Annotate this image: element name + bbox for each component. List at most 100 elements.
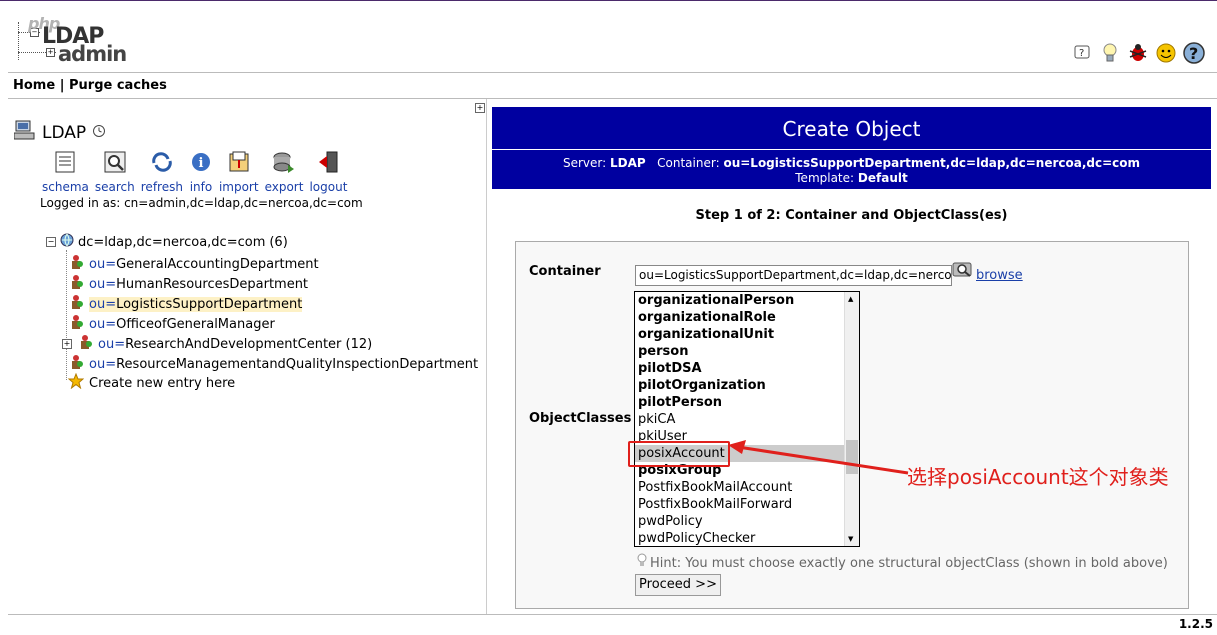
create-entry-label[interactable]: Create new entry here <box>89 376 235 391</box>
page-title: Create Object <box>782 117 921 141</box>
logo-admin: admin <box>58 42 127 66</box>
objectclass-option[interactable]: person <box>635 343 859 360</box>
objectclass-option[interactable]: organizationalPerson <box>635 292 859 309</box>
browse-icon[interactable] <box>952 260 974 278</box>
objectclass-option[interactable]: pkiCA <box>635 411 859 428</box>
org-unit-icon <box>68 254 84 274</box>
import-icon <box>227 150 251 174</box>
smiley-icon[interactable] <box>1155 42 1177 64</box>
help-speech-icon[interactable]: ? <box>1071 42 1093 64</box>
home-link[interactable]: Home <box>13 78 55 93</box>
org-unit-icon <box>77 334 93 354</box>
top-icon-bar: ? ? <box>1071 40 1205 66</box>
svg-text:i: i <box>198 156 203 171</box>
create-object-header: Create Object Server: LDAP Container: ou… <box>492 107 1211 189</box>
tree-root[interactable]: − dc=ldap,dc=nercoa,dc=com (6) <box>46 233 288 251</box>
listbox-scrollbar[interactable]: ▲ ▼ <box>844 292 859 546</box>
top-border <box>0 0 1217 1</box>
export-icon <box>272 150 296 174</box>
menu-bar: Home | Purge caches <box>13 78 167 93</box>
tree-node-label[interactable]: OfficeofGeneralManager <box>116 317 275 332</box>
action-export[interactable]: export <box>265 150 303 194</box>
objectclass-option[interactable]: pilotOrganization <box>635 377 859 394</box>
objectclass-option[interactable]: organizationalUnit <box>635 326 859 343</box>
logout-icon <box>316 150 340 174</box>
step-heading: Step 1 of 2: Container and ObjectClass(e… <box>695 208 1008 223</box>
tree-node-label[interactable]: HumanResourcesDepartment <box>116 277 308 292</box>
create-entry[interactable]: Create new entry here <box>67 372 235 393</box>
action-refresh[interactable]: refresh <box>141 150 183 194</box>
logged-in-as: Logged in as: cn=admin,dc=ldap,dc=nercoa… <box>40 196 363 210</box>
objectclass-option[interactable]: pwdPolicy <box>635 513 859 530</box>
expand-panel-button[interactable]: + <box>475 103 485 113</box>
globe-icon <box>60 233 74 251</box>
schema-icon <box>53 150 77 174</box>
objectclass-option[interactable]: pilotDSA <box>635 360 859 377</box>
hint: Hint: You must choose exactly one struct… <box>636 553 1168 573</box>
tree-root-label[interactable]: dc=ldap,dc=nercoa,dc=com <box>78 235 265 250</box>
objectclasses-label: ObjectClasses <box>529 411 632 426</box>
action-import[interactable]: import <box>219 150 259 194</box>
tree-node-label[interactable]: ResourceManagementandQualityInspectionDe… <box>116 357 478 372</box>
tree-node-label[interactable]: LogisticsSupportDepartment <box>116 297 302 312</box>
annotation-arrow <box>728 440 909 475</box>
menu-separator: | <box>55 78 69 93</box>
objectclass-option[interactable]: pwdPolicyChecker <box>635 530 859 546</box>
container-input[interactable]: ou=LogisticsSupportDepartment,dc=ldap,dc… <box>635 265 952 286</box>
objectclass-option[interactable]: PostfixBookMailForward <box>635 496 859 513</box>
tree-node[interactable]: + ou=ResearchAndDevelopmentCenter (12) <box>62 334 372 354</box>
help-icon[interactable]: ? <box>1183 42 1205 64</box>
clock-icon[interactable] <box>92 123 106 143</box>
objectclass-listbox[interactable]: organizationalPerson organizationalRole … <box>634 291 860 547</box>
action-schema[interactable]: schema <box>42 150 89 194</box>
tree-node[interactable]: ou=ResourceManagementandQualityInspectio… <box>68 354 478 374</box>
phpldapadmin-logo: − + php LDAP admin <box>14 14 127 66</box>
refresh-icon <box>150 150 174 174</box>
tree-node[interactable]: ou=HumanResourcesDepartment <box>68 274 308 294</box>
svg-text:?: ? <box>1189 44 1198 63</box>
search-icon <box>103 150 127 174</box>
lightbulb-icon[interactable] <box>1099 42 1121 64</box>
server-name[interactable]: LDAP <box>42 123 86 143</box>
org-unit-icon <box>68 314 84 334</box>
browse-link[interactable]: browse <box>976 268 1023 283</box>
action-search[interactable]: search <box>95 150 135 194</box>
tree-node-selected[interactable]: ou=LogisticsSupportDepartment <box>68 294 303 314</box>
purge-caches-link[interactable]: Purge caches <box>69 78 167 93</box>
annotation-text: 选择posiAccount这个对象类 <box>907 465 1169 489</box>
lightbulb-icon <box>636 553 648 573</box>
collapse-toggle[interactable]: − <box>46 237 56 247</box>
bug-icon[interactable] <box>1127 42 1149 64</box>
tree-node-label[interactable]: ResearchAndDevelopmentCenter <box>125 337 341 352</box>
action-info[interactable]: i info <box>189 150 213 194</box>
objectclass-option[interactable]: organizationalRole <box>635 309 859 326</box>
scroll-down-icon[interactable]: ▼ <box>848 535 853 543</box>
version: 1.2.5 <box>1178 617 1213 631</box>
header-container: ou=LogisticsSupportDepartment,dc=ldap,dc… <box>723 156 1141 170</box>
star-icon <box>67 372 85 393</box>
annotation-highlight-box <box>628 441 730 467</box>
org-unit-icon <box>68 274 84 294</box>
tree-node-count: (12) <box>345 336 373 352</box>
expand-toggle[interactable]: + <box>62 339 72 349</box>
container-label: Container <box>529 264 601 279</box>
proceed-button[interactable]: Proceed >> <box>635 574 721 596</box>
scroll-up-icon[interactable]: ▲ <box>848 295 853 303</box>
tree-node-label[interactable]: GeneralAccountingDepartment <box>116 257 319 272</box>
action-logout[interactable]: logout <box>309 150 347 194</box>
svg-text:?: ? <box>1079 48 1084 59</box>
info-icon: i <box>189 150 213 174</box>
separator <box>8 72 1217 73</box>
tree-node[interactable]: ou=GeneralAccountingDepartment <box>68 254 319 274</box>
header-info: Server: LDAP Container: ou=LogisticsSupp… <box>562 156 1141 185</box>
org-unit-icon <box>68 354 84 374</box>
server-actions: schema search refresh i info import expo… <box>42 150 353 194</box>
tree-root-count: (6) <box>269 234 288 250</box>
tree-node[interactable]: ou=OfficeofGeneralManager <box>68 314 275 334</box>
objectclass-option[interactable]: pilotPerson <box>635 394 859 411</box>
org-unit-icon <box>68 294 84 314</box>
server-icon <box>13 120 36 145</box>
header-server: LDAP <box>609 156 646 170</box>
server-heading: LDAP <box>13 120 106 145</box>
separator <box>8 614 1217 615</box>
